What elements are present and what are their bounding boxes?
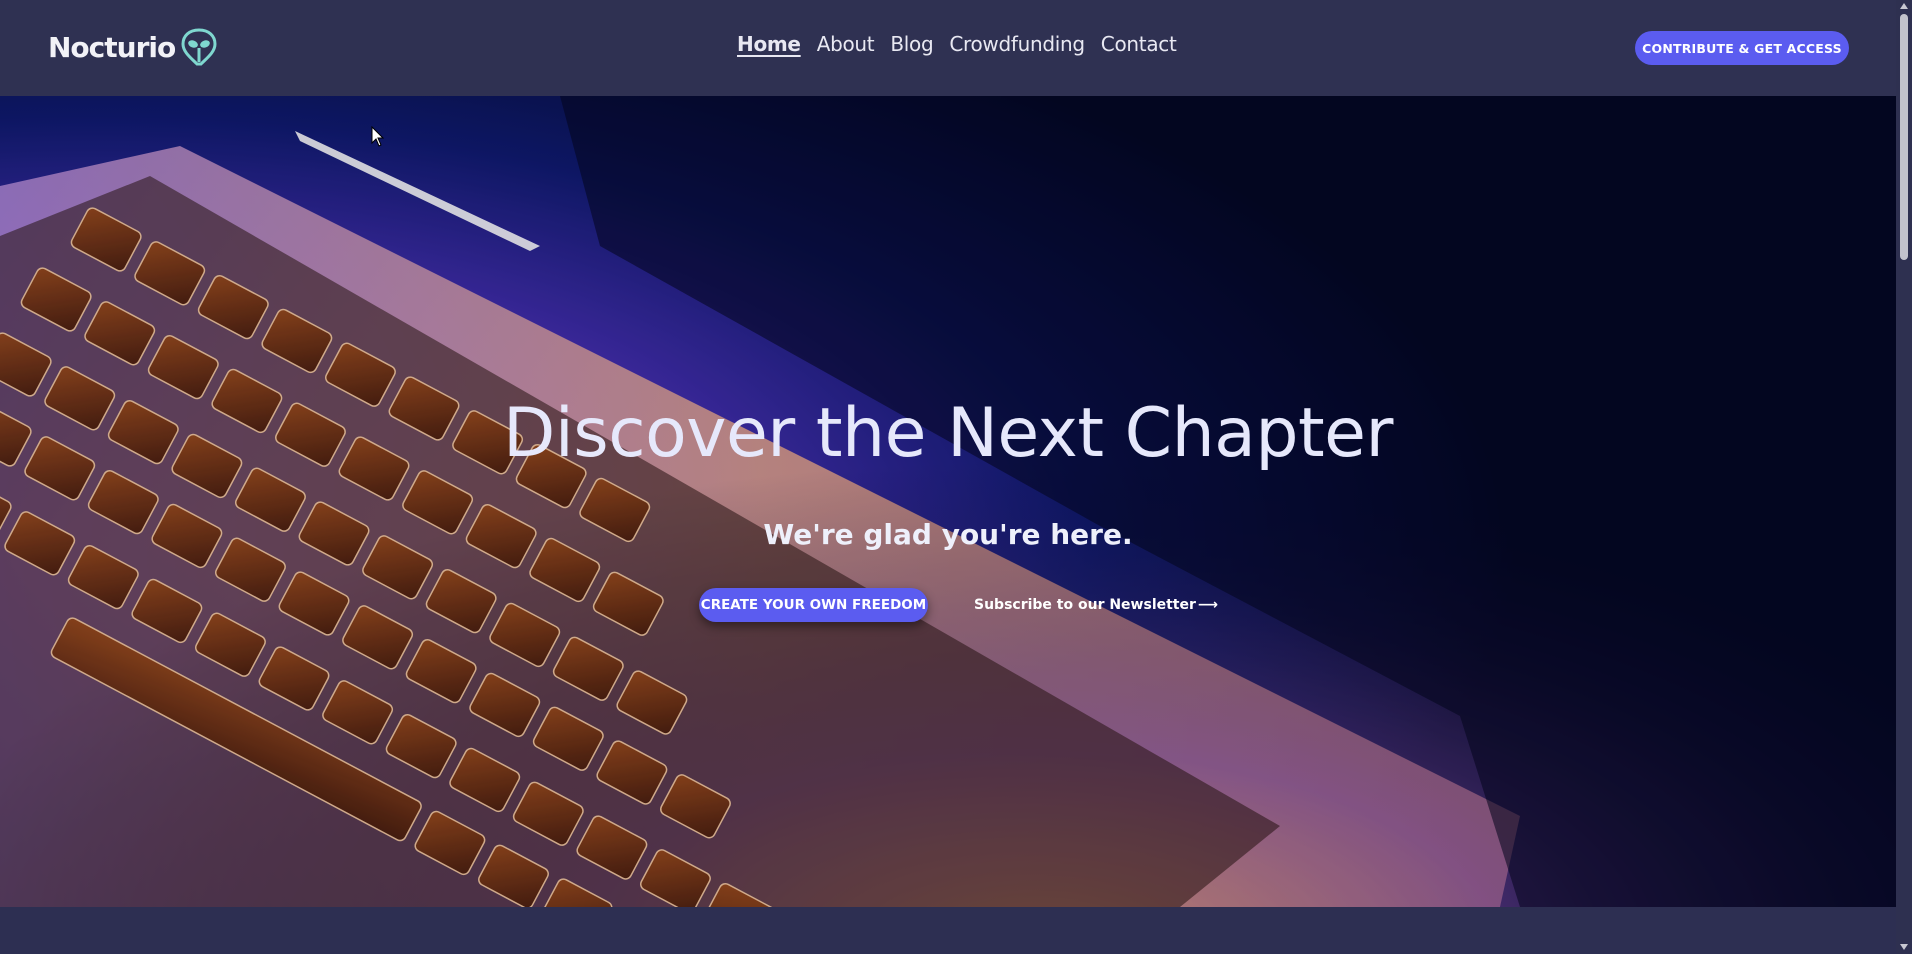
nav-item-contact[interactable]: Contact <box>1101 32 1177 56</box>
logo-link[interactable]: Nocturio <box>48 28 217 66</box>
scroll-up-arrow-icon[interactable] <box>1900 3 1908 9</box>
mouse-cursor-icon <box>371 126 385 147</box>
scroll-down-arrow-icon[interactable] <box>1900 944 1908 950</box>
create-freedom-button[interactable]: CREATE YOUR OWN FREEDOM <box>699 588 928 622</box>
hero-background-image <box>0 96 1896 907</box>
nav-item-crowdfunding[interactable]: Crowdfunding <box>949 32 1085 56</box>
vertical-scrollbar[interactable] <box>1896 0 1912 954</box>
arrow-right-icon: ⟶ <box>1197 597 1218 613</box>
logo-text: Nocturio <box>48 30 176 64</box>
hero-subtitle: We're glad you're here. <box>763 518 1133 551</box>
site-header: Nocturio Home About Blog Crowdfunding Co… <box>0 0 1896 96</box>
hero-section: Discover the Next Chapter We're glad you… <box>0 96 1896 907</box>
nav-item-home[interactable]: Home <box>737 32 801 56</box>
nav-item-about[interactable]: About <box>817 32 875 56</box>
newsletter-link-label: Subscribe to our Newsletter <box>974 597 1196 613</box>
newsletter-link[interactable]: Subscribe to our Newsletter ⟶ <box>974 597 1218 613</box>
alien-head-icon <box>181 28 217 66</box>
hero-actions: CREATE YOUR OWN FREEDOM Subscribe to our… <box>699 588 1218 622</box>
main-nav: Home About Blog Crowdfunding Contact <box>737 32 1177 56</box>
nav-item-blog[interactable]: Blog <box>890 32 933 56</box>
hero-title: Discover the Next Chapter <box>503 394 1393 473</box>
page: Nocturio Home About Blog Crowdfunding Co… <box>0 0 1896 954</box>
contribute-button[interactable]: CONTRIBUTE & GET ACCESS <box>1635 31 1849 65</box>
scrollbar-thumb[interactable] <box>1900 14 1908 260</box>
